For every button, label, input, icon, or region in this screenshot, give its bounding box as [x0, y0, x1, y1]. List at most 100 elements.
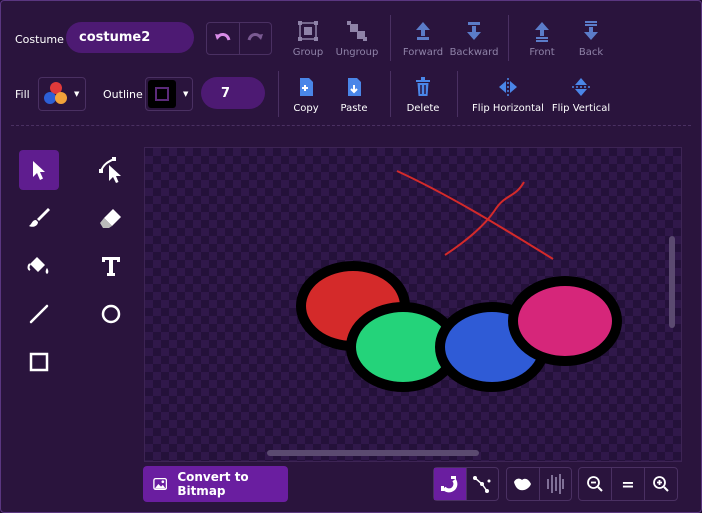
- group-label: Group: [292, 47, 324, 58]
- text-tool[interactable]: [91, 246, 131, 286]
- drawing-canvas[interactable]: [144, 147, 682, 462]
- backward-button[interactable]: Backward: [449, 19, 499, 58]
- front-label: Front: [529, 47, 555, 58]
- magnet-icon: [440, 476, 458, 493]
- undo-redo-group: [206, 22, 272, 55]
- copy-label: Copy: [293, 103, 319, 114]
- convert-to-bitmap-label: Convert to Bitmap: [177, 470, 249, 498]
- vertical-scrollbar[interactable]: [669, 236, 675, 328]
- outline-label: Outline: [103, 88, 143, 101]
- zoom-out-icon: [587, 476, 603, 492]
- group-button[interactable]: Group: [290, 19, 326, 58]
- rough-button[interactable]: [538, 468, 572, 500]
- smooth-button[interactable]: [507, 468, 539, 500]
- convert-to-bitmap-button[interactable]: Convert to Bitmap: [143, 466, 288, 502]
- reshape-tool[interactable]: [91, 150, 131, 190]
- rectangle-icon: [29, 352, 49, 372]
- delete-button[interactable]: Delete: [405, 75, 441, 114]
- copy-icon: [300, 78, 313, 96]
- eraser-icon: [100, 209, 121, 228]
- undo-button[interactable]: [207, 23, 240, 54]
- horizontal-scrollbar[interactable]: [267, 450, 479, 456]
- backward-icon: [467, 22, 481, 40]
- canvas-drawing: [296, 170, 622, 392]
- circle-tool[interactable]: [91, 294, 131, 334]
- eraser-tool[interactable]: [91, 198, 131, 238]
- costume-label: Costume: [15, 33, 64, 46]
- toolbar-divider: [11, 125, 691, 127]
- back-button[interactable]: Back: [574, 19, 608, 58]
- flip-horizontal-button[interactable]: Flip Horizontal: [471, 75, 545, 114]
- points-icon: [473, 476, 491, 493]
- delete-icon: [416, 77, 430, 96]
- fill-color-swatch-icon: [44, 82, 67, 104]
- text-icon: [102, 257, 120, 276]
- outline-color-swatch: [148, 80, 176, 108]
- chevron-down-icon: ▼: [74, 90, 80, 98]
- paste-label: Paste: [340, 103, 368, 114]
- snap-points-button[interactable]: [465, 468, 499, 500]
- back-icon: [584, 21, 598, 40]
- undo-icon: [214, 32, 231, 41]
- snap-controls: [433, 467, 499, 501]
- forward-label: Forward: [402, 47, 444, 58]
- divider: [457, 71, 458, 117]
- image-icon: [153, 477, 168, 491]
- paste-icon: [348, 78, 361, 96]
- select-icon: [33, 161, 45, 180]
- flip-vertical-icon: [572, 78, 590, 96]
- chevron-down-icon: ▼: [183, 90, 189, 98]
- rough-icon: [547, 474, 564, 494]
- zoom-controls: =: [578, 467, 678, 501]
- zoom-in-button[interactable]: [644, 468, 677, 500]
- pink-ellipse: [508, 276, 622, 366]
- costume-name-input[interactable]: costume2: [66, 22, 194, 53]
- fill-icon: [27, 257, 49, 274]
- line-tool[interactable]: [19, 294, 59, 334]
- backward-label: Backward: [449, 47, 499, 58]
- zoom-reset-button[interactable]: =: [611, 468, 644, 500]
- copy-button[interactable]: Copy: [290, 75, 322, 114]
- redo-button[interactable]: [240, 23, 272, 54]
- ungroup-icon: [347, 21, 367, 41]
- drawn-red-line: [396, 170, 554, 260]
- fill-tool[interactable]: [19, 246, 59, 286]
- line-icon: [29, 304, 49, 324]
- forward-button[interactable]: Forward: [401, 19, 445, 58]
- front-button[interactable]: Front: [525, 19, 559, 58]
- brush-icon: [29, 208, 50, 227]
- zoom-out-button[interactable]: [579, 468, 611, 500]
- forward-icon: [416, 22, 430, 40]
- smooth-icon: [513, 478, 531, 491]
- flip-vertical-label: Flip Vertical: [551, 103, 611, 114]
- fill-label: Fill: [15, 88, 30, 101]
- paint-editor: Costume costume2 Group Ungroup Forward B…: [0, 0, 702, 513]
- flip-vertical-button[interactable]: Flip Vertical: [551, 75, 611, 114]
- divider: [508, 15, 509, 61]
- circle-icon: [101, 304, 121, 324]
- outline-width-input[interactable]: 7: [201, 77, 265, 109]
- flip-horizontal-label: Flip Horizontal: [472, 103, 544, 114]
- zoom-in-icon: [653, 476, 669, 492]
- snap-magnet-button[interactable]: [434, 468, 466, 500]
- divider: [278, 71, 279, 117]
- fill-color-picker[interactable]: ▼: [38, 77, 86, 111]
- reshape-icon: [99, 157, 121, 183]
- ungroup-label: Ungroup: [335, 47, 379, 58]
- divider: [390, 71, 391, 117]
- redo-icon: [247, 32, 264, 41]
- ungroup-button[interactable]: Ungroup: [335, 19, 379, 58]
- paste-button[interactable]: Paste: [338, 75, 370, 114]
- select-tool[interactable]: [19, 150, 59, 190]
- flip-horizontal-icon: [499, 78, 517, 96]
- rectangle-tool[interactable]: [19, 342, 59, 382]
- stroke-controls: [506, 467, 572, 501]
- brush-tool[interactable]: [19, 198, 59, 238]
- divider: [390, 15, 391, 61]
- zoom-reset-label: =: [621, 474, 635, 494]
- delete-label: Delete: [406, 103, 440, 114]
- back-label: Back: [578, 47, 604, 58]
- front-icon: [535, 22, 549, 42]
- group-icon: [298, 21, 318, 41]
- outline-color-picker[interactable]: ▼: [145, 77, 193, 111]
